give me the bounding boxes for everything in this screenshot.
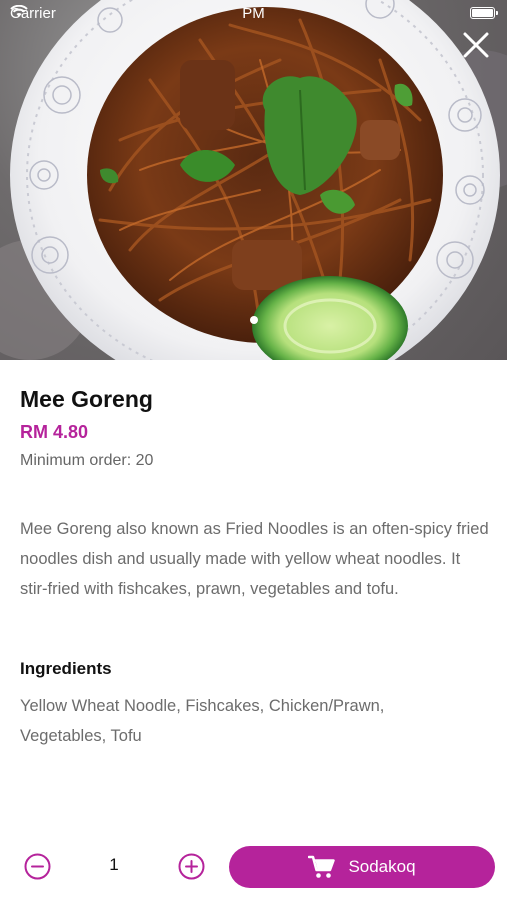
page-indicator [0, 316, 507, 324]
battery-icon [470, 7, 498, 19]
decrease-quantity-button[interactable] [24, 853, 51, 880]
increase-quantity-button[interactable] [178, 853, 205, 880]
minimum-order: Minimum order: 20 [20, 452, 154, 469]
quantity-value: 1 [109, 855, 119, 874]
plus-circle-icon [178, 853, 205, 880]
product-title: Mee Goreng [20, 386, 153, 412]
status-bar: Carrier PM [0, 0, 507, 28]
noodle-dish-image [0, 0, 507, 360]
product-description: Mee Goreng also known as Fried Noodles i… [20, 520, 489, 598]
status-time: PM [242, 5, 265, 22]
cart-icon [308, 855, 336, 878]
product-price: RM 4.80 [20, 422, 89, 442]
page-dot-active [249, 316, 258, 324]
ingredients-list: Yellow Wheat Noodle, Fishcakes, Chicken/… [20, 697, 385, 745]
close-icon [463, 32, 489, 58]
minus-circle-icon [24, 853, 51, 880]
hero-image[interactable]: Carrier PM [0, 0, 507, 360]
ingredients-heading: Ingredients [20, 659, 112, 678]
add-to-cart-label: Sodakoq [348, 857, 416, 876]
close-button[interactable] [459, 28, 493, 62]
add-to-cart-button[interactable]: Sodakoq [229, 846, 495, 888]
